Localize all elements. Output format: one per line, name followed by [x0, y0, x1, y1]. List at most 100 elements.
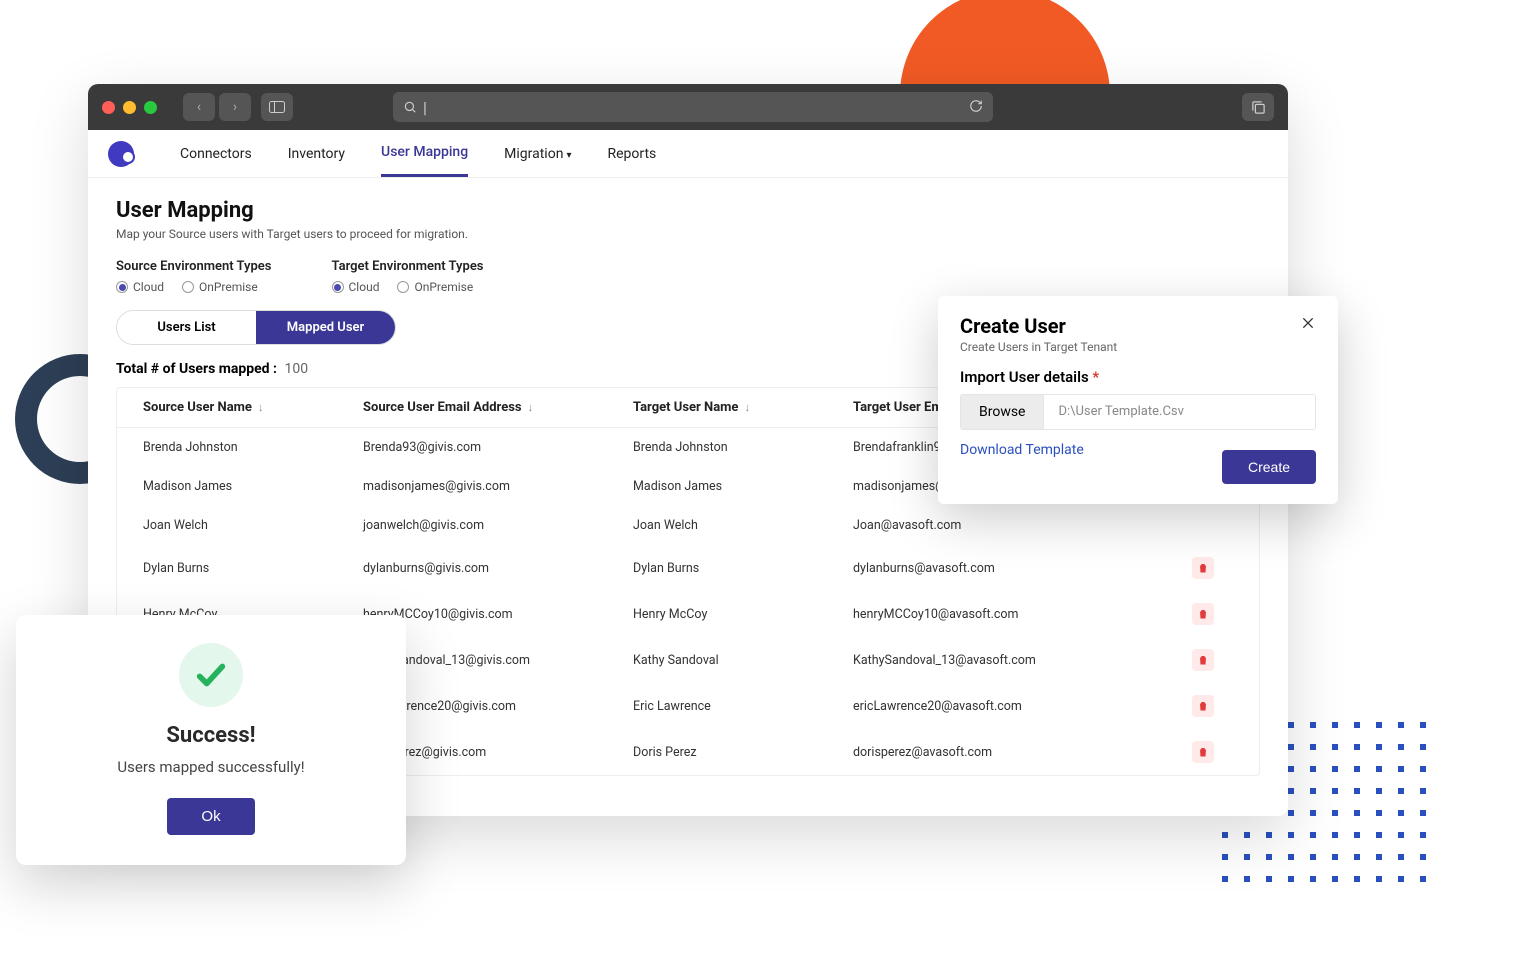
radio-label: Cloud — [133, 280, 164, 294]
create-user-popover: Create User Create Users in Target Tenan… — [938, 296, 1338, 504]
cell-source-email: dylanburns@givis.com — [363, 561, 633, 576]
cell-source-email: joanwelch@givis.com — [363, 518, 633, 533]
success-title: Success! — [40, 723, 382, 748]
cell-target-email: ericLawrence20@avasoft.com — [853, 699, 1173, 714]
delete-row-button[interactable] — [1192, 557, 1214, 579]
col-source-name[interactable]: Source User Name↓ — [143, 400, 363, 415]
cell-source-name: Brenda Johnston — [143, 440, 363, 455]
nav-connectors[interactable]: Connectors — [180, 132, 252, 176]
source-env-label: Source Environment Types — [116, 259, 272, 274]
file-input-row: Browse D:\User Template.Csv — [960, 394, 1316, 430]
forward-button[interactable]: › — [219, 93, 251, 121]
cell-target-name: Dylan Burns — [633, 561, 853, 576]
environment-selectors: Source Environment Types Cloud OnPremise… — [116, 259, 1260, 294]
sort-arrow-icon: ↓ — [258, 401, 264, 414]
popover-subtitle: Create Users in Target Tenant — [960, 340, 1117, 354]
tabs-button[interactable] — [1242, 93, 1274, 121]
success-modal: Success! Users mapped successfully! Ok — [16, 615, 406, 865]
source-cloud-radio[interactable]: Cloud — [116, 280, 164, 294]
trash-icon — [1197, 746, 1209, 758]
trash-icon — [1197, 654, 1209, 666]
source-onprem-radio[interactable]: OnPremise — [182, 280, 258, 294]
nav-reports[interactable]: Reports — [607, 132, 656, 176]
sidebar-icon — [269, 101, 285, 113]
required-star: * — [1092, 368, 1099, 386]
ok-button[interactable]: Ok — [167, 798, 254, 835]
cell-target-name: Kathy Sandoval — [633, 653, 853, 668]
delete-row-button[interactable] — [1192, 649, 1214, 671]
delete-row-button[interactable] — [1192, 603, 1214, 625]
cell-target-email: dorisperez@avasoft.com — [853, 745, 1173, 760]
page-title: User Mapping — [116, 198, 1260, 223]
cell-target-name: Madison James — [633, 479, 853, 494]
target-env-label: Target Environment Types — [332, 259, 484, 274]
mapped-count-value: 100 — [284, 361, 308, 377]
radio-label: Cloud — [349, 280, 380, 294]
chevron-down-icon: ▾ — [566, 150, 571, 161]
page-subtitle: Map your Source users with Target users … — [116, 227, 1260, 241]
segment-mapped-user[interactable]: Mapped User — [256, 311, 395, 344]
minimize-window-icon[interactable] — [123, 101, 136, 114]
nav-user-mapping[interactable]: User Mapping — [381, 130, 468, 177]
browse-button[interactable]: Browse — [961, 395, 1044, 429]
col-source-email[interactable]: Source User Email Address↓ — [363, 400, 633, 415]
segment-users-list[interactable]: Users List — [117, 311, 256, 344]
reload-icon — [969, 99, 983, 113]
nav-inventory[interactable]: Inventory — [288, 132, 345, 176]
address-bar[interactable]: | — [393, 92, 993, 122]
cell-source-name: Joan Welch — [143, 518, 363, 533]
app-top-nav: Connectors Inventory User Mapping Migrat… — [88, 130, 1288, 178]
create-button[interactable]: Create — [1222, 450, 1316, 484]
browser-nav-buttons: ‹ › — [183, 93, 251, 121]
cell-target-email: KathySandoval_13@avasoft.com — [853, 653, 1173, 668]
sort-arrow-icon: ↓ — [744, 401, 750, 414]
radio-label: OnPremise — [414, 280, 473, 294]
app-logo — [108, 141, 134, 167]
download-template-link[interactable]: Download Template — [960, 442, 1084, 458]
table-row: Joan Welchjoanwelch@givis.comJoan WelchJ… — [117, 506, 1259, 545]
cell-target-name: Eric Lawrence — [633, 699, 853, 714]
popover-close-button[interactable] — [1300, 314, 1316, 334]
back-button[interactable]: ‹ — [183, 93, 215, 121]
target-env-block: Target Environment Types Cloud OnPremise — [332, 259, 484, 294]
cell-target-name: Doris Perez — [633, 745, 853, 760]
cell-target-email: Joan@avasoft.com — [853, 518, 1173, 533]
tabs-icon — [1251, 100, 1266, 115]
view-segment: Users List Mapped User — [116, 310, 396, 345]
target-cloud-radio[interactable]: Cloud — [332, 280, 380, 294]
cell-target-name: Brenda Johnston — [633, 440, 853, 455]
browser-titlebar: ‹ › | — [88, 84, 1288, 130]
delete-row-button[interactable] — [1192, 741, 1214, 763]
mapped-count-label: Total # of Users mapped : — [116, 361, 277, 377]
source-env-block: Source Environment Types Cloud OnPremise — [116, 259, 272, 294]
table-row: Dylan Burnsdylanburns@givis.comDylan Bur… — [117, 545, 1259, 591]
sort-arrow-icon: ↓ — [528, 401, 534, 414]
trash-icon — [1197, 608, 1209, 620]
cell-target-email: dylanburns@avasoft.com — [853, 561, 1173, 576]
success-message: Users mapped successfully! — [40, 758, 382, 776]
radio-label: OnPremise — [199, 280, 258, 294]
cell-source-email: madisonjames@givis.com — [363, 479, 633, 494]
maximize-window-icon[interactable] — [144, 101, 157, 114]
sidebar-toggle-button[interactable] — [261, 93, 293, 121]
address-cursor: | — [423, 98, 427, 117]
check-icon — [194, 658, 228, 692]
cell-target-name: Joan Welch — [633, 518, 853, 533]
nav-migration[interactable]: Migration▾ — [504, 132, 571, 176]
close-icon — [1300, 315, 1316, 331]
trash-icon — [1197, 700, 1209, 712]
col-target-name[interactable]: Target User Name↓ — [633, 400, 853, 415]
success-check-circle — [179, 643, 243, 707]
target-onprem-radio[interactable]: OnPremise — [397, 280, 473, 294]
close-window-icon[interactable] — [102, 101, 115, 114]
reload-button[interactable] — [969, 98, 983, 117]
trash-icon — [1197, 562, 1209, 574]
nav-migration-label: Migration — [504, 146, 563, 162]
cell-source-email: Brenda93@givis.com — [363, 440, 633, 455]
search-icon — [403, 100, 417, 114]
window-controls — [102, 101, 157, 114]
popover-title: Create User — [960, 314, 1117, 338]
cell-target-email: henryMCCoy10@avasoft.com — [853, 607, 1173, 622]
file-path-display: D:\User Template.Csv — [1044, 395, 1315, 429]
delete-row-button[interactable] — [1192, 695, 1214, 717]
